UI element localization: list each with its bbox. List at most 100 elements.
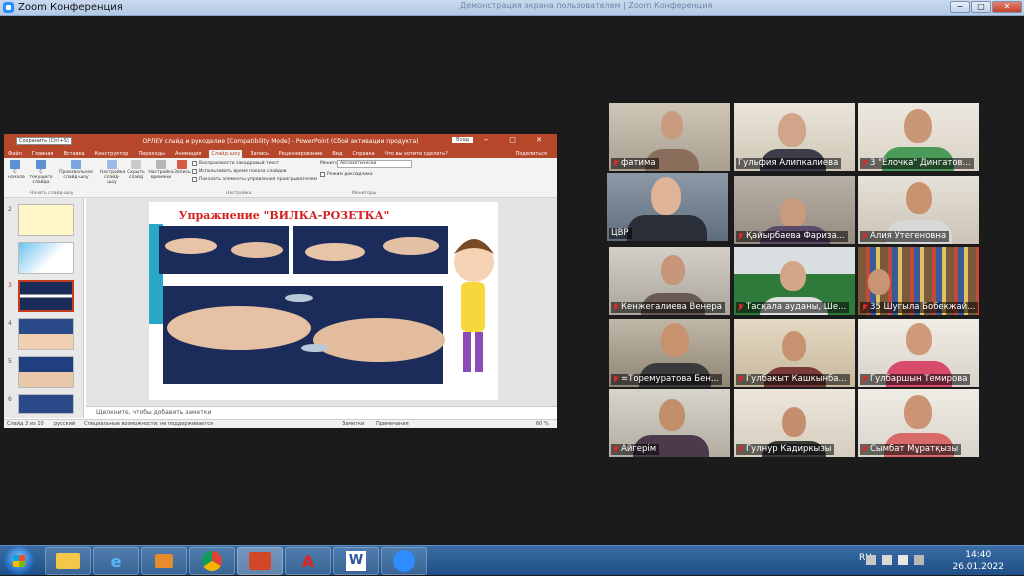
- setup-show-button[interactable]: Настройка слайд-шоу: [100, 160, 125, 185]
- slide-illustration: [149, 224, 494, 384]
- minimize-button[interactable]: −: [950, 1, 970, 13]
- ie-taskbar-icon[interactable]: e: [93, 547, 139, 575]
- record-button[interactable]: Запись: [174, 160, 191, 175]
- slide-thumbnail[interactable]: [18, 394, 74, 414]
- save-tooltip: Сохранить (Ctrl+S): [16, 137, 72, 145]
- tab-home[interactable]: Главная: [30, 150, 56, 158]
- participant-tile[interactable]: Айгерім: [609, 389, 730, 457]
- thumb-number: 3: [8, 282, 12, 289]
- tab-animations[interactable]: Анимация: [173, 150, 203, 158]
- participant-name: Кенжегалиева Венера: [611, 302, 725, 313]
- group-start-label: Начать слайд-шоу: [30, 191, 74, 196]
- share-button[interactable]: Поделиться: [514, 150, 549, 158]
- participant-tile-active-speaker[interactable]: ЦВР: [607, 173, 728, 241]
- slide-thumbnail[interactable]: [18, 356, 74, 388]
- title-bar[interactable]: Zoom Конференция Демонстрация экрана пол…: [0, 0, 1024, 16]
- mic-muted-icon: [738, 375, 744, 384]
- slide-thumbnail[interactable]: [18, 242, 74, 274]
- participant-tile[interactable]: =Торемуратова Бен...: [609, 319, 730, 387]
- custom-show-button[interactable]: Произвольное слайд-шоу: [58, 160, 94, 180]
- maximize-button[interactable]: □: [971, 1, 991, 13]
- tab-insert[interactable]: Вставка: [61, 150, 86, 158]
- zoom-taskbar-icon[interactable]: [381, 547, 427, 575]
- participant-tile[interactable]: Гулбакыт Кашкынба...: [734, 319, 855, 387]
- tab-slideshow[interactable]: Слайд-шоу: [209, 150, 243, 158]
- flag-icon[interactable]: [866, 555, 876, 565]
- tab-record[interactable]: Запись: [248, 150, 270, 158]
- participant-name: Сымбат Мұратқызы: [860, 444, 962, 455]
- mic-muted-icon: [613, 303, 619, 312]
- explorer-taskbar-icon[interactable]: [45, 547, 91, 575]
- hide-slide-button[interactable]: Скрыть слайд: [126, 160, 146, 180]
- tab-help[interactable]: Справка: [351, 150, 377, 158]
- rehearse-timings-button[interactable]: Настройка времени: [148, 160, 174, 180]
- slide-thumbnail[interactable]: [18, 204, 74, 236]
- clock[interactable]: 14:40 26.01.2022: [952, 549, 1004, 573]
- participant-name: Қайырбаева Фариза...: [736, 231, 848, 242]
- monitor-select[interactable]: Автоматически: [337, 160, 412, 168]
- language-status[interactable]: русский: [54, 421, 75, 427]
- tell-me-input[interactable]: Что вы хотите сделать?: [383, 150, 450, 158]
- thumb-number: 5: [8, 358, 12, 365]
- tab-design[interactable]: Конструктор: [93, 150, 131, 158]
- powerpoint-window-controls[interactable]: ▭ − □ ✕: [456, 136, 551, 144]
- notes-pane[interactable]: Щелкните, чтобы добавить заметки: [86, 406, 557, 418]
- tab-file[interactable]: Файл: [6, 150, 24, 158]
- participant-tile[interactable]: Қайырбаева Фариза...: [734, 176, 855, 244]
- powerpoint-status-bar: Слайд 3 из 10 русский Специальные возмож…: [4, 419, 557, 428]
- mic-muted-icon: [862, 232, 868, 241]
- start-button[interactable]: [4, 547, 34, 575]
- participant-name: Тасқала ауданы, Ше...: [736, 302, 850, 313]
- powerpoint-taskbar-icon[interactable]: [237, 547, 283, 575]
- participant-name: =Торемуратова Бен...: [611, 374, 722, 385]
- use-timings-check[interactable]: Использовать время показа слайдов: [192, 169, 286, 174]
- mic-muted-icon: [862, 375, 868, 384]
- notes-button[interactable]: Заметки: [342, 421, 364, 427]
- clock-time: 14:40: [965, 550, 992, 560]
- play-narrations-check[interactable]: Воспроизвести закадровый текст: [192, 161, 279, 166]
- participant-tile[interactable]: 35 Шугыла Бобекжай...: [858, 247, 979, 315]
- slide-thumbnail[interactable]: [18, 318, 74, 350]
- word-taskbar-icon[interactable]: W: [333, 547, 379, 575]
- participant-tile[interactable]: Алия Утегеновна: [858, 176, 979, 244]
- participant-tile[interactable]: Гулбаршын Темирова: [858, 319, 979, 387]
- from-beginning-button[interactable]: С начала: [8, 160, 25, 180]
- show-controls-check[interactable]: Показать элементы управления проигрывате…: [192, 177, 317, 182]
- shared-screen: Сохранить (Ctrl+S) ОРЛЕУ слайд и рукодел…: [4, 134, 557, 428]
- zoom-level[interactable]: 60 %: [536, 421, 549, 427]
- mic-muted-icon: [613, 445, 619, 454]
- participant-tile[interactable]: 3 "Ёлочка" Дингатов...: [858, 103, 979, 171]
- slide-thumbnail-selected[interactable]: [18, 280, 74, 312]
- media-player-taskbar-icon[interactable]: [141, 547, 187, 575]
- current-slide[interactable]: Упражнение "ВИЛКА-РОЗЕТКА": [149, 202, 498, 400]
- presenter-view-check[interactable]: Режим докладчика: [320, 172, 373, 177]
- participant-tile[interactable]: Гулнур Кадиркызы: [734, 389, 855, 457]
- ribbon-tabs: Файл Главная Вставка Конструктор Переход…: [4, 148, 557, 158]
- volume-icon[interactable]: [898, 555, 908, 565]
- participant-name: Гулбаршын Темирова: [860, 374, 971, 385]
- participant-name: фатима: [611, 158, 659, 169]
- ghost-title: Демонстрация экрана пользователем | Zoom…: [460, 1, 713, 10]
- network-icon[interactable]: [882, 555, 892, 565]
- participant-tile[interactable]: фатима: [609, 103, 730, 171]
- tab-view[interactable]: Вид: [330, 150, 344, 158]
- mic-muted-icon: [738, 303, 744, 312]
- accessibility-status[interactable]: Специальные возможности: не поддерживает…: [84, 421, 213, 427]
- participant-tile[interactable]: Сымбат Мұратқызы: [858, 389, 979, 457]
- group-monitors-label: Мониторы: [352, 191, 377, 196]
- tab-review[interactable]: Рецензирование: [277, 150, 325, 158]
- mic-muted-icon: [738, 232, 744, 241]
- from-current-button[interactable]: С текущего слайда: [28, 160, 54, 185]
- close-button[interactable]: ✕: [992, 1, 1022, 13]
- battery-icon[interactable]: [914, 555, 924, 565]
- participant-tile[interactable]: Гульфия Алипкалиева: [734, 103, 855, 171]
- participant-tile[interactable]: Кенжегалиева Венера: [609, 247, 730, 315]
- thumb-number: 6: [8, 396, 12, 403]
- zoom-logo-icon: [3, 2, 14, 13]
- acrobat-taskbar-icon[interactable]: A: [285, 547, 331, 575]
- tab-transitions[interactable]: Переходы: [136, 150, 167, 158]
- participant-tile[interactable]: Тасқала ауданы, Ше...: [734, 247, 855, 315]
- chrome-taskbar-icon[interactable]: [189, 547, 235, 575]
- comments-button[interactable]: Примечания: [376, 421, 409, 427]
- zoom-window: Zoom Конференция Демонстрация экрана пол…: [0, 0, 1024, 545]
